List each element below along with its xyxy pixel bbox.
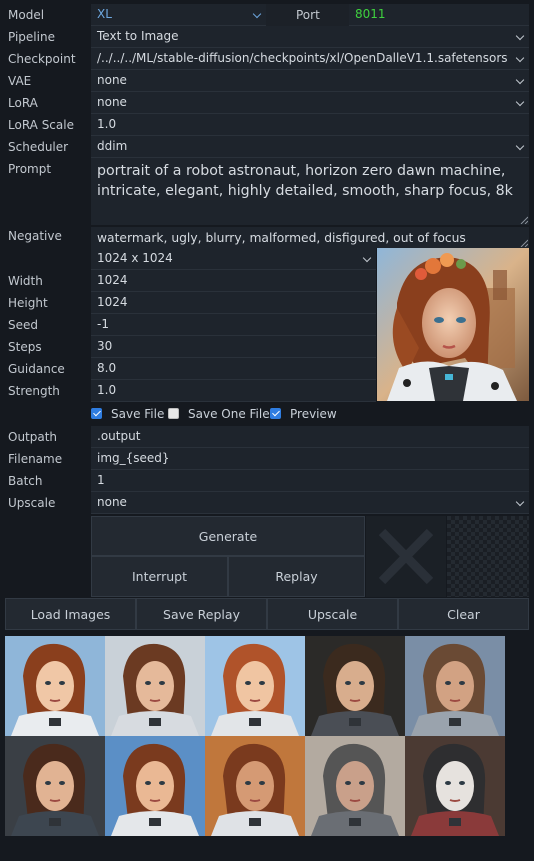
lora-select[interactable]: none — [91, 92, 529, 114]
resize-grip-icon[interactable] — [520, 239, 528, 247]
save-one-file-checkbox[interactable] — [168, 408, 179, 419]
negative-textarea[interactable]: watermark, ugly, blurry, malformed, disf… — [91, 227, 529, 248]
model-select[interactable]: XL — [91, 4, 266, 26]
scheduler-label: Scheduler — [8, 140, 69, 154]
upscale-label: Upscale — [8, 496, 56, 510]
batch-input[interactable]: 1 — [91, 470, 529, 492]
outpath-label: Outpath — [8, 430, 58, 444]
save-replay-button[interactable]: Save Replay — [136, 598, 267, 630]
clear-button[interactable]: Clear — [398, 598, 529, 630]
save-file-checkbox[interactable] — [91, 408, 102, 419]
prompt-label: Prompt — [8, 162, 52, 176]
checkpoint-select[interactable]: /../../../ML/stable-diffusion/checkpoint… — [91, 48, 529, 70]
gallery-thumbnail[interactable] — [305, 636, 405, 736]
gallery-thumbnail[interactable] — [5, 636, 105, 736]
gallery-thumbnail[interactable] — [205, 736, 305, 836]
prompt-textarea[interactable]: portrait of a robot astronaut, horizon z… — [91, 158, 529, 225]
load-images-button[interactable]: Load Images — [5, 598, 136, 630]
prompt-text: portrait of a robot astronaut, horizon z… — [97, 163, 513, 199]
lora-scale-label: LoRA Scale — [8, 118, 74, 132]
gallery-thumbnail[interactable] — [305, 736, 405, 836]
pipeline-label: Pipeline — [8, 30, 55, 44]
gallery-thumbnail[interactable] — [105, 736, 205, 836]
seed-label: Seed — [8, 318, 38, 332]
preview-image[interactable] — [377, 248, 529, 401]
pipeline-select[interactable]: Text to Image — [91, 26, 529, 48]
size-select[interactable]: 1024 x 1024 — [91, 248, 376, 270]
gallery-thumbnail[interactable] — [5, 736, 105, 836]
preview-checkbox[interactable] — [270, 408, 281, 419]
filename-input[interactable]: img_{seed} — [91, 448, 529, 470]
resize-grip-icon[interactable] — [520, 216, 528, 224]
strength-input[interactable]: 1.0 — [91, 380, 376, 402]
model-label: Model — [8, 8, 45, 22]
scheduler-select[interactable]: ddim — [91, 136, 529, 158]
vae-select[interactable]: none — [91, 70, 529, 92]
width-label: Width — [8, 274, 43, 288]
negative-label: Negative — [8, 229, 62, 243]
width-input[interactable]: 1024 — [91, 270, 376, 292]
save-file-label: Save File — [111, 407, 165, 421]
mask-placeholder[interactable] — [366, 516, 446, 597]
gallery-thumbnail[interactable] — [405, 736, 505, 836]
close-x-icon — [378, 528, 434, 585]
outpath-input[interactable]: .output — [91, 426, 529, 448]
height-label: Height — [8, 296, 48, 310]
checkpoint-label: Checkpoint — [8, 52, 76, 66]
save-one-file-label: Save One File — [188, 407, 270, 421]
lora-label: LoRA — [8, 96, 38, 110]
upscale-select[interactable]: none — [91, 492, 529, 514]
gallery-thumbnail[interactable] — [205, 636, 305, 736]
preview-label: Preview — [290, 407, 337, 421]
generate-button[interactable]: Generate — [91, 516, 365, 556]
gallery-thumbnail[interactable] — [105, 636, 205, 736]
transparent-preview[interactable] — [447, 516, 529, 597]
seed-input[interactable]: -1 — [91, 314, 376, 336]
port-label-cell: Port — [266, 4, 349, 26]
guidance-label: Guidance — [8, 362, 65, 376]
guidance-input[interactable]: 8.0 — [91, 358, 376, 380]
batch-label: Batch — [8, 474, 43, 488]
gallery-thumbnail[interactable] — [405, 636, 505, 736]
interrupt-button[interactable]: Interrupt — [91, 556, 228, 597]
upscale-button[interactable]: Upscale — [267, 598, 398, 630]
port-label: Port — [296, 8, 320, 22]
replay-button[interactable]: Replay — [228, 556, 365, 597]
height-input[interactable]: 1024 — [91, 292, 376, 314]
port-input[interactable]: 8011 — [349, 4, 529, 26]
strength-label: Strength — [8, 384, 60, 398]
negative-text: watermark, ugly, blurry, malformed, disf… — [97, 231, 466, 245]
lora-scale-input[interactable]: 1.0 — [91, 114, 529, 136]
vae-label: VAE — [8, 74, 32, 88]
steps-input[interactable]: 30 — [91, 336, 376, 358]
steps-label: Steps — [8, 340, 42, 354]
filename-label: Filename — [8, 452, 63, 466]
